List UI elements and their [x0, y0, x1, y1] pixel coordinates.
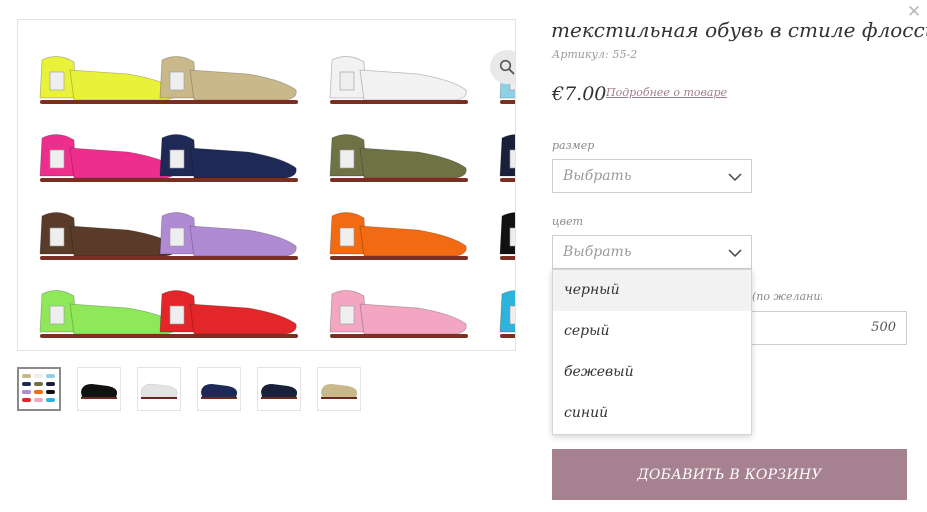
color-label: цвет	[552, 215, 584, 228]
quantity-label: (по желанию)	[752, 290, 822, 303]
product-price: €7.00	[552, 83, 607, 105]
shoe-illustration	[329, 212, 468, 260]
shoe-illustration	[159, 212, 298, 260]
color-dropdown-list: черный серый бежевый синий	[552, 269, 752, 435]
color-option[interactable]: серый	[553, 311, 751, 352]
shoe-illustration	[499, 290, 515, 338]
thumbnail-image	[81, 384, 118, 399]
shoe-illustration	[499, 134, 515, 182]
color-option[interactable]: черный	[553, 270, 751, 311]
sku-label: Артикул:	[552, 48, 609, 61]
chevron-down-icon	[728, 173, 742, 182]
chevron-down-icon	[728, 249, 742, 258]
size-label: размер	[552, 139, 595, 152]
shoe-illustration	[329, 56, 468, 104]
thumbnail-black[interactable]	[77, 367, 121, 411]
color-select[interactable]: Выбрать	[552, 235, 752, 269]
shoe-illustration	[39, 212, 178, 260]
size-select[interactable]: Выбрать	[552, 159, 752, 193]
zoom-button[interactable]	[490, 50, 515, 84]
add-to-cart-button[interactable]: ДОБАВИТЬ В КОРЗИНУ	[552, 449, 907, 500]
shoe-illustration	[159, 290, 298, 338]
shoe-illustration	[159, 56, 298, 104]
thumbnail-grey[interactable]	[137, 367, 181, 411]
shoe-grid-illustration	[39, 56, 515, 338]
shoe-illustration	[499, 212, 515, 260]
quantity-label-text: желанию)	[773, 290, 823, 303]
thumbnail-dark-blue[interactable]	[257, 367, 301, 411]
product-sku: Артикул: 55-2	[552, 48, 637, 61]
product-details-link[interactable]: Подробнее о товаре	[606, 86, 727, 99]
product-main-image	[17, 19, 516, 351]
shoe-illustration	[159, 134, 298, 182]
product-title: текстильная обувь в стиле флосси	[551, 18, 927, 42]
shoe-illustration	[39, 290, 178, 338]
color-option[interactable]: бежевый	[553, 352, 751, 393]
thumbnail-image	[261, 384, 298, 399]
sku-value: 55-2	[612, 48, 638, 61]
shoe-illustration	[39, 134, 178, 182]
color-select-value: Выбрать	[563, 244, 632, 260]
thumbnail-beige[interactable]	[317, 367, 361, 411]
zoom-icon	[499, 59, 515, 75]
shoe-illustration	[39, 56, 178, 104]
thumbnail-image	[321, 384, 358, 399]
shoe-illustration	[329, 290, 468, 338]
size-select-value: Выбрать	[563, 168, 632, 184]
thumbnail-image	[201, 384, 238, 399]
quantity-input[interactable]: 500	[740, 311, 907, 345]
thumbnail-navy[interactable]	[197, 367, 241, 411]
quantity-value: 500	[871, 320, 896, 335]
thumbnail-image	[22, 374, 55, 402]
shoe-illustration	[329, 134, 468, 182]
thumbnail-image	[140, 383, 178, 399]
color-option[interactable]: синий	[553, 393, 751, 434]
thumbnail-multicolor[interactable]	[17, 367, 61, 411]
